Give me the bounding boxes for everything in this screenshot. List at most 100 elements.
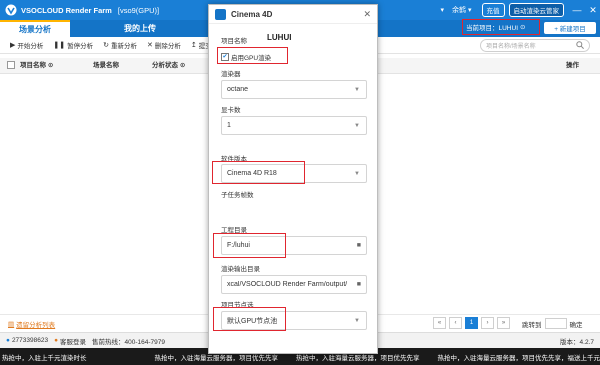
- project-name-value: LUHUI: [267, 33, 292, 42]
- output-dir-label: 渲染输出目录: [221, 266, 260, 273]
- pause-analysis-button[interactable]: ❚❚ 暂停分析: [53, 40, 93, 50]
- next-page-button[interactable]: ›: [481, 317, 494, 329]
- qq-number: 2773398623: [11, 337, 49, 344]
- gpu-count-label: 显卡数: [221, 107, 241, 114]
- search-input[interactable]: 项目名称/场景名称: [480, 39, 590, 52]
- pause-icon: ❚❚: [53, 42, 66, 49]
- tab-my-uploads[interactable]: 我的上传: [100, 20, 180, 37]
- delete-analysis-label: 删除分析: [154, 43, 181, 50]
- page-jump: 跳转到 确定: [522, 318, 583, 329]
- col-scene-name: 场景名称: [93, 62, 119, 69]
- col-project-name[interactable]: 项目名称 ⊙: [20, 58, 53, 74]
- software-version-select[interactable]: Cinema 4D R18 ▼: [221, 164, 367, 183]
- node-pool-value: 默认GPU节点池: [227, 317, 278, 325]
- start-analysis-label: 开始分析: [17, 43, 44, 50]
- ticker-item[interactable]: 热抢中，入驻上千元渲染时长: [2, 352, 87, 362]
- version-label: 版本：4.2.7: [560, 338, 594, 346]
- current-project-label: 当前项目：LUHUI: [466, 25, 519, 32]
- node-pool-select[interactable]: 默认GPU节点池 ▼: [221, 311, 367, 330]
- manager-button[interactable]: 启动渲染云管家: [508, 3, 564, 17]
- page-1-button[interactable]: 1: [465, 317, 478, 329]
- col-actions: 操作: [566, 62, 579, 69]
- refresh-icon: ↻: [103, 42, 109, 49]
- col-project-name-label: 项目名称: [20, 62, 46, 69]
- start-analysis-button[interactable]: ▶ 开始分析: [10, 40, 43, 50]
- project-tag: [vso9(GPU)]: [117, 5, 160, 15]
- chevron-down-icon: ▼: [354, 170, 360, 177]
- minimize-icon[interactable]: —: [570, 5, 584, 15]
- chevron-down-icon: ▼: [354, 122, 360, 129]
- jump-input[interactable]: [544, 318, 567, 329]
- folder-icon[interactable]: ■: [357, 242, 361, 249]
- user-name: 余鹤: [451, 7, 466, 14]
- service-login-label: 客服登录: [60, 338, 87, 346]
- app-logo-icon: [5, 4, 17, 16]
- current-project-selector[interactable]: 当前项目：LUHUI ⊙: [462, 19, 540, 35]
- dialog-close-icon[interactable]: ✕: [363, 9, 371, 20]
- app-name: VSOCLOUD Render Farm: [21, 5, 112, 15]
- dialog-header: Cinema 4D ✕: [209, 5, 377, 24]
- col-status-label: 分析状态: [152, 62, 178, 69]
- output-dir-input[interactable]: xcal/VSOCLOUD Render Farm/output/ ■: [221, 275, 367, 294]
- first-page-button[interactable]: «: [433, 317, 446, 329]
- renderer-value: octane: [227, 86, 249, 93]
- upload-icon: ↥: [190, 42, 197, 49]
- software-version-label: 软件版本: [221, 156, 247, 163]
- delete-icon: ✕: [147, 42, 153, 49]
- recharge-button[interactable]: 充值: [481, 3, 505, 17]
- gpu-render-label: 启用GPU渲染: [231, 54, 272, 62]
- close-icon[interactable]: ✕: [586, 5, 600, 16]
- gpu-count-value: 1: [227, 122, 231, 129]
- restart-analysis-label: 重新分析: [111, 43, 137, 50]
- legacy-analysis-link[interactable]: ▤ 遗留分析列表: [8, 319, 55, 329]
- chat-icon: ●: [54, 337, 59, 344]
- qq-contact[interactable]: ● 2773398623: [6, 337, 48, 344]
- project-settings-dialog: Cinema 4D ✕ 项目名称 LUHUI ✔ 启用GPU渲染 渲染器 oct…: [208, 4, 378, 354]
- output-dir-value: xcal/VSOCLOUD Render Farm/output/: [227, 281, 348, 288]
- pagination: « ‹ 1 › »: [433, 317, 510, 329]
- chevron-circle-icon: ⊙: [520, 24, 526, 31]
- prev-page-button[interactable]: ‹: [449, 317, 462, 329]
- project-dir-value: F:/luhui: [227, 242, 250, 249]
- new-project-button[interactable]: + 新建项目: [544, 22, 596, 34]
- play-icon: ▶: [10, 42, 16, 49]
- gpu-count-select[interactable]: 1 ▼: [221, 116, 367, 135]
- chevron-down-icon: ▼: [354, 317, 360, 324]
- cinema4d-icon: [215, 8, 226, 20]
- folder-icon[interactable]: ■: [357, 281, 361, 288]
- project-dir-label: 工程目录: [221, 227, 247, 234]
- legacy-analysis-label: 遗留分析列表: [16, 321, 56, 329]
- software-version-value: Cinema 4D R18: [227, 170, 277, 177]
- col-status[interactable]: 分析状态 ⊙: [152, 58, 185, 74]
- renderer-select[interactable]: octane ▼: [221, 80, 367, 99]
- gpu-render-checkbox[interactable]: ✔ 启用GPU渲染: [221, 51, 284, 62]
- user-menu[interactable]: 余鹤 ▾: [452, 5, 472, 15]
- chevron-down-icon: ▼: [354, 86, 360, 93]
- filter-icon: ⊙: [179, 62, 186, 69]
- search-icon[interactable]: [576, 40, 584, 51]
- list-icon: ▤: [8, 320, 15, 328]
- node-pool-label: 项目节点选: [221, 302, 254, 309]
- presale-hotline: 售前热线：400-164-7979: [92, 338, 166, 346]
- renderer-label: 渲染器: [221, 71, 241, 78]
- service-login[interactable]: ● 客服登录: [54, 336, 86, 346]
- project-name-label: 项目名称: [221, 38, 247, 45]
- tab-scene-analysis[interactable]: 场景分析: [0, 20, 70, 37]
- ticker-item[interactable]: 热抢中，入驻海量云服务器，项目优先先享，福送上千元渲染: [438, 352, 600, 362]
- jump-label: 跳转到: [522, 321, 542, 329]
- select-all-checkbox[interactable]: [7, 58, 15, 74]
- jump-confirm-button[interactable]: 确定: [570, 319, 583, 329]
- menu-chevron-icon[interactable]: ▾: [440, 6, 444, 14]
- sort-icon: ⊙: [47, 62, 54, 69]
- checkmark-icon: ✔: [221, 52, 229, 61]
- qq-icon: ●: [6, 337, 10, 344]
- search-placeholder: 项目名称/场景名称: [486, 44, 536, 50]
- chevron-down-icon: ▾: [467, 7, 472, 14]
- pause-analysis-label: 暂停分析: [67, 43, 94, 50]
- subtask-frames-label: 子任务帧数: [221, 192, 254, 199]
- dialog-title: Cinema 4D: [231, 9, 273, 19]
- project-dir-input[interactable]: F:/luhui ■: [221, 236, 367, 255]
- last-page-button[interactable]: »: [497, 317, 510, 329]
- delete-analysis-button[interactable]: ✕ 删除分析: [147, 40, 181, 50]
- restart-analysis-button[interactable]: ↻ 重新分析: [103, 40, 137, 50]
